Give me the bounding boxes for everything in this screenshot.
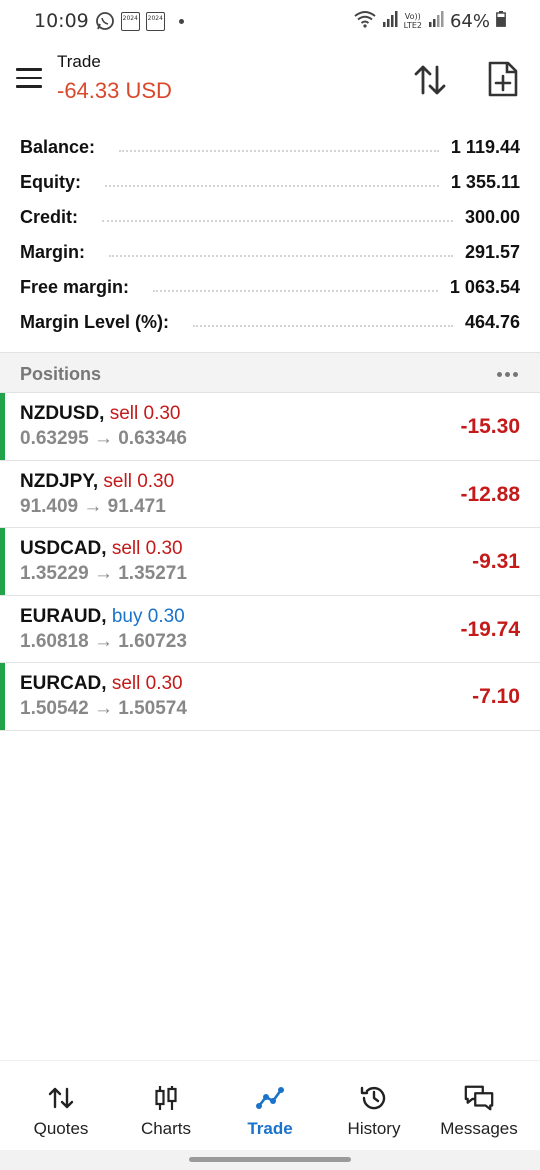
summary-value: 1 119.44: [450, 137, 520, 157]
dotted-leader: [102, 219, 453, 222]
position-symbol: EURAUD,: [20, 605, 107, 627]
position-marker: [0, 663, 5, 730]
bottom-navigation: Quotes Charts Trade History Messages: [0, 1060, 540, 1150]
position-prices: 91.409 → 91.471: [20, 495, 166, 517]
history-icon: [358, 1083, 390, 1113]
position-profit: -9.31: [472, 550, 520, 573]
position-symbol: NZDJPY,: [20, 470, 99, 492]
status-bar: 10:09 2024 2024 Vo)) LTE2 64%: [0, 0, 540, 42]
notification-dot-icon: [178, 18, 184, 24]
quotes-icon: [45, 1083, 77, 1113]
summary-value: 291.57: [464, 242, 520, 262]
dotted-leader: [109, 254, 453, 257]
volte-icon: Vo)) LTE2: [403, 12, 422, 30]
summary-row-equity: Equity: 1 355.11: [0, 165, 540, 200]
position-row[interactable]: NZDUSD, sell 0.30 0.63295 → 0.63346 -15.…: [0, 393, 540, 461]
position-prices: 1.60818 → 1.60723: [20, 630, 187, 652]
charts-icon: [150, 1083, 182, 1113]
summary-value: 300.00: [464, 207, 520, 227]
dotted-leader: [193, 324, 453, 327]
sort-icon[interactable]: [412, 62, 448, 98]
summary-label: Margin:: [20, 242, 85, 262]
position-marker: [0, 528, 5, 595]
status-time: 10:09: [34, 10, 89, 32]
home-indicator[interactable]: [189, 1157, 351, 1162]
summary-row-credit: Credit: 300.00: [0, 200, 540, 235]
nav-label: Quotes: [33, 1119, 89, 1138]
position-marker: [0, 393, 5, 460]
app-header: Trade -64.33 USD: [0, 42, 540, 122]
wifi-icon: [353, 10, 376, 33]
nav-label: History: [347, 1119, 401, 1138]
battery-percent: 64%: [449, 10, 490, 32]
position-profit: -19.74: [460, 617, 520, 641]
summary-label: Free margin:: [20, 277, 130, 297]
summary-value: 1 355.11: [450, 172, 520, 192]
account-summary: Balance: 1 119.44 Equity: 1 355.11 Credi…: [0, 130, 540, 340]
new-order-icon[interactable]: [486, 60, 520, 98]
dotted-leader: [153, 289, 438, 292]
nav-label: Charts: [140, 1119, 192, 1138]
positions-list: NZDUSD, sell 0.30 0.63295 → 0.63346 -15.…: [0, 393, 540, 731]
nav-charts[interactable]: Charts: [126, 1061, 206, 1151]
messages-icon: [463, 1083, 495, 1113]
summary-row-balance: Balance: 1 119.44: [0, 130, 540, 165]
position-prices: 0.63295 → 0.63346: [20, 428, 187, 449]
position-symbol: NZDUSD,: [20, 403, 105, 424]
dotted-leader: [119, 149, 439, 152]
signal-icon: [382, 10, 398, 33]
position-profit: -7.10: [472, 685, 520, 708]
whatsapp-icon: [95, 11, 115, 31]
calendar-icon: 2024: [145, 11, 165, 31]
position-prices: 1.50542 → 1.50574: [20, 698, 187, 719]
summary-row-margin: Margin: 291.57: [0, 235, 540, 270]
positions-title: Positions: [20, 364, 102, 384]
nav-messages[interactable]: Messages: [434, 1061, 524, 1151]
summary-label: Margin Level (%):: [20, 312, 170, 332]
position-side: buy 0.30: [111, 605, 185, 627]
position-row[interactable]: USDCAD, sell 0.30 1.35229 → 1.35271 -9.3…: [0, 528, 540, 596]
trade-icon: [254, 1083, 286, 1113]
floating-profit: -64.33 USD: [57, 78, 172, 103]
position-prices: 1.35229 → 1.35271: [20, 563, 187, 584]
position-side: sell 0.30: [109, 403, 181, 424]
battery-icon: [496, 10, 506, 32]
summary-label: Balance:: [20, 137, 96, 157]
position-row[interactable]: NZDJPY, sell 0.30 91.409 → 91.471 -12.88: [0, 461, 540, 528]
position-side: sell 0.30: [103, 470, 175, 492]
summary-label: Equity:: [20, 172, 81, 192]
position-profit: -15.30: [460, 415, 520, 438]
summary-label: Credit:: [20, 207, 78, 227]
nav-trade[interactable]: Trade: [230, 1061, 310, 1151]
nav-history[interactable]: History: [334, 1061, 414, 1151]
positions-section-header: Positions: [0, 352, 540, 393]
position-symbol: EURCAD,: [20, 673, 107, 694]
position-row[interactable]: EURAUD, buy 0.30 1.60818 → 1.60723 -19.7…: [0, 596, 540, 663]
position-side: sell 0.30: [111, 673, 183, 694]
page-title: Trade: [57, 52, 101, 71]
summary-value: 464.76: [464, 312, 520, 332]
summary-row-free-margin: Free margin: 1 063.54: [0, 270, 540, 305]
signal-icon: [428, 10, 444, 33]
dotted-leader: [105, 184, 439, 187]
position-row[interactable]: EURCAD, sell 0.30 1.50542 → 1.50574 -7.1…: [0, 663, 540, 731]
summary-row-margin-level: Margin Level (%): 464.76: [0, 305, 540, 340]
menu-icon[interactable]: [16, 68, 42, 88]
position-profit: -12.88: [460, 482, 520, 506]
position-symbol: USDCAD,: [20, 538, 107, 559]
calendar-icon: 2024: [120, 11, 140, 31]
summary-value: 1 063.54: [449, 277, 520, 297]
nav-label: Messages: [440, 1119, 518, 1138]
position-side: sell 0.30: [111, 538, 183, 559]
nav-quotes[interactable]: Quotes: [21, 1061, 101, 1151]
more-options-icon[interactable]: [497, 372, 518, 377]
nav-label: Trade: [247, 1119, 293, 1138]
